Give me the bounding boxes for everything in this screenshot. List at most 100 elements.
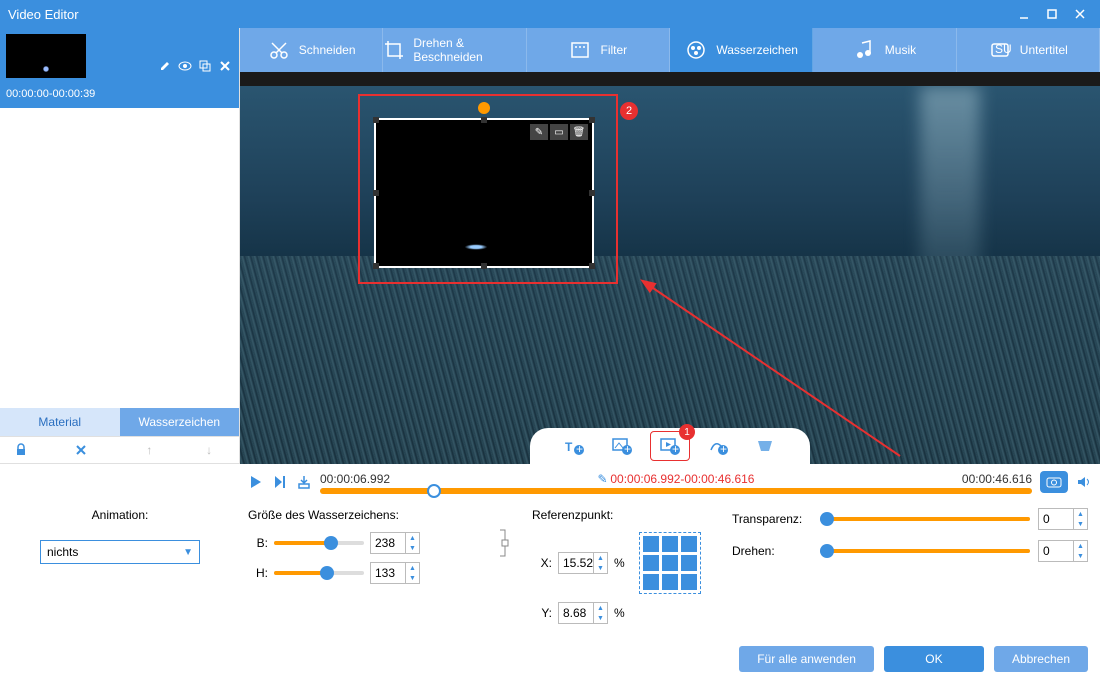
play-button[interactable]	[248, 474, 264, 490]
resize-handle[interactable]	[589, 263, 595, 269]
spin-down[interactable]: ▼	[405, 543, 419, 553]
y-input[interactable]: 8.68▲▼	[558, 602, 608, 624]
maximize-button[interactable]	[1040, 4, 1064, 24]
anchor-cell[interactable]	[662, 555, 678, 571]
anchor-cell[interactable]	[643, 555, 659, 571]
spin-up[interactable]: ▲	[405, 563, 419, 573]
anchor-cell[interactable]	[681, 574, 697, 590]
svg-text:+: +	[624, 442, 631, 456]
animation-dropdown[interactable]: nichts	[40, 540, 200, 564]
resize-handle[interactable]	[589, 190, 595, 196]
insert-text-button[interactable]: T+	[554, 431, 594, 461]
spin-up[interactable]: ▲	[593, 553, 607, 563]
spin-down[interactable]: ▼	[1073, 551, 1087, 561]
width-slider[interactable]	[274, 541, 364, 545]
export-frame-button[interactable]	[296, 474, 312, 490]
rotate-handle[interactable]	[478, 102, 490, 114]
wm-edit-icon[interactable]: ✎	[530, 124, 548, 140]
spin-down[interactable]: ▼	[593, 613, 607, 623]
timeline[interactable]: 00:00:06.992 00:00:46.616 ✎ 00:00:06.992…	[320, 472, 1032, 492]
volume-button[interactable]	[1076, 475, 1092, 489]
anchor-cell[interactable]	[643, 574, 659, 590]
preview-area: 2 ✎ ▭	[240, 72, 1100, 464]
lock-icon[interactable]	[14, 443, 46, 457]
clip-thumbnail-area	[0, 28, 239, 84]
spin-up[interactable]: ▲	[1073, 509, 1087, 519]
x-input[interactable]: 15.52▲▼	[558, 552, 608, 574]
video-frame[interactable]: 2 ✎ ▭	[240, 86, 1100, 464]
resize-handle[interactable]	[481, 117, 487, 123]
sidebar: 00:00:00-00:00:39 Material Wasserzeichen…	[0, 28, 240, 464]
height-input[interactable]: 133▲▼	[370, 562, 420, 584]
sidebar-body	[0, 108, 239, 408]
move-up-icon[interactable]: ↑	[133, 443, 165, 457]
insert-effect-button[interactable]	[746, 431, 786, 461]
wm-image-icon[interactable]: ▭	[550, 124, 568, 140]
anchor-cell[interactable]	[681, 536, 697, 552]
eye-icon[interactable]	[177, 58, 193, 74]
resize-handle[interactable]	[373, 263, 379, 269]
tab-material[interactable]: Material	[0, 408, 120, 436]
tool-music[interactable]: Musik	[813, 28, 956, 72]
delete-icon[interactable]	[74, 443, 106, 457]
pct-label: %	[614, 556, 625, 570]
edit-icon[interactable]	[157, 58, 173, 74]
timeline-end: 00:00:46.616	[962, 472, 1032, 486]
spin-up[interactable]: ▲	[405, 533, 419, 543]
svg-text:SUB: SUB	[995, 42, 1011, 56]
remove-icon[interactable]	[217, 58, 233, 74]
cancel-button[interactable]: Abbrechen	[994, 646, 1088, 672]
size-title: Größe des Wasserzeichens:	[248, 508, 478, 522]
tab-watermark[interactable]: Wasserzeichen	[120, 408, 240, 436]
spin-down[interactable]: ▼	[1073, 519, 1087, 529]
snapshot-button[interactable]	[1040, 471, 1068, 493]
rotate-input[interactable]: 0▲▼	[1038, 540, 1088, 562]
height-slider[interactable]	[274, 571, 364, 575]
tool-rotate[interactable]: Drehen & Beschneiden	[383, 28, 526, 72]
tool-subtitle[interactable]: SUB Untertitel	[957, 28, 1100, 72]
resize-handle[interactable]	[589, 117, 595, 123]
spin-up[interactable]: ▲	[1073, 541, 1087, 551]
resize-handle[interactable]	[373, 190, 379, 196]
rotate-slider[interactable]	[820, 549, 1030, 553]
anchor-cell[interactable]	[643, 536, 659, 552]
apply-all-button[interactable]: Für alle anwenden	[739, 646, 874, 672]
insert-toolbar: T+ + + 1 +	[530, 428, 810, 464]
width-label: B:	[248, 536, 268, 550]
insert-image-button[interactable]: +	[602, 431, 642, 461]
insert-video-button[interactable]: + 1	[650, 431, 690, 461]
width-input[interactable]: 238▲▼	[370, 532, 420, 554]
copy-icon[interactable]	[197, 58, 213, 74]
transparency-slider[interactable]	[820, 517, 1030, 521]
tool-cut-label: Schneiden	[299, 43, 356, 57]
spin-down[interactable]: ▼	[405, 573, 419, 583]
y-label: Y:	[532, 606, 552, 620]
close-button[interactable]	[1068, 4, 1092, 24]
watermark-overlay[interactable]: ✎ ▭ 🗑	[374, 118, 594, 268]
wm-delete-icon[interactable]: 🗑	[570, 124, 588, 140]
animation-label: Animation:	[12, 508, 228, 522]
anchor-grid[interactable]	[639, 532, 701, 594]
tool-cut[interactable]: Schneiden	[240, 28, 383, 72]
anchor-cell[interactable]	[662, 574, 678, 590]
resize-handle[interactable]	[373, 117, 379, 123]
anchor-cell[interactable]	[662, 536, 678, 552]
minimize-button[interactable]	[1012, 4, 1036, 24]
ok-button[interactable]: OK	[884, 646, 984, 672]
spin-down[interactable]: ▼	[593, 563, 607, 573]
transparency-input[interactable]: 0▲▼	[1038, 508, 1088, 530]
spin-up[interactable]: ▲	[593, 603, 607, 613]
resize-handle[interactable]	[481, 263, 487, 269]
window-title: Video Editor	[8, 7, 1008, 22]
aspect-lock-icon[interactable]	[498, 528, 512, 558]
tool-filter-label: Filter	[600, 43, 627, 57]
insert-shape-button[interactable]: +	[698, 431, 738, 461]
step-button[interactable]	[272, 474, 288, 490]
timeline-thumb[interactable]	[427, 484, 441, 498]
clip-thumbnail[interactable]	[6, 34, 86, 78]
anchor-cell[interactable]	[681, 555, 697, 571]
move-down-icon[interactable]: ↓	[193, 443, 225, 457]
music-icon	[853, 38, 877, 62]
tool-watermark[interactable]: Wasserzeichen	[670, 28, 813, 72]
tool-filter[interactable]: Filter	[527, 28, 670, 72]
